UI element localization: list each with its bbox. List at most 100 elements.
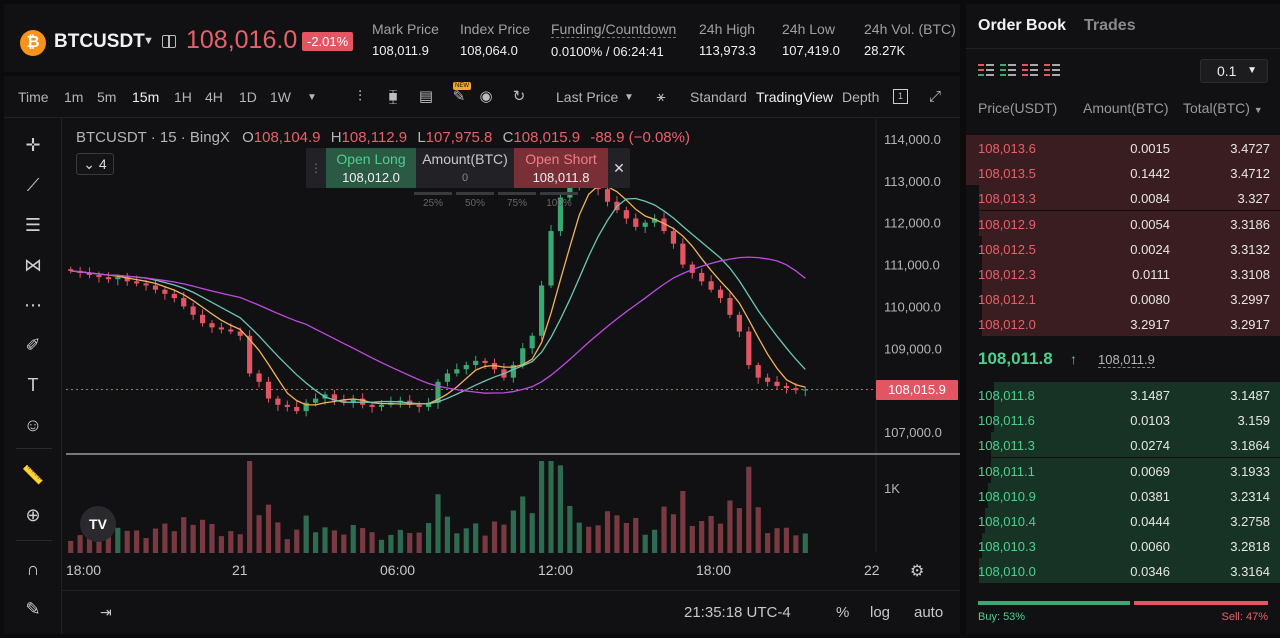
book-icon[interactable] — [162, 35, 176, 48]
candle-body — [623, 210, 629, 219]
bid-row[interactable]: 108,010.3 0.0060 3.2818 — [966, 533, 1280, 559]
candle-body — [152, 285, 159, 290]
volume-bar — [708, 516, 714, 553]
tab-order-book[interactable]: Order Book — [978, 17, 1066, 35]
ask-row[interactable]: 108,012.9 0.0054 3.3186 — [966, 210, 1280, 236]
order-amount: 0.0069 — [1130, 463, 1170, 479]
volume-bar — [199, 519, 206, 553]
order-price: 108,012.0 — [978, 317, 1036, 333]
candle-body — [633, 218, 639, 227]
ask-row[interactable]: 108,012.0 3.2917 3.2917 — [966, 311, 1280, 337]
open-short-button[interactable]: Open Short 108,011.8 — [514, 148, 608, 188]
volume-bar — [407, 532, 413, 553]
ma-mid-line — [70, 197, 806, 405]
volume-bar — [416, 532, 422, 553]
bid-row[interactable]: 108,011.1 0.0069 3.1933 — [966, 457, 1280, 483]
col-total[interactable]: Total(BTC) ▼ — [1183, 100, 1263, 116]
buy-ratio-label: Buy: 53% — [978, 611, 1026, 623]
volume-bar — [539, 461, 545, 553]
col-amount: Amount(BTC) — [1083, 100, 1169, 116]
layout-bids-icon[interactable] — [1000, 64, 1016, 76]
time-axis-label: 22 — [864, 562, 880, 578]
auto-scale-toggle[interactable]: auto — [914, 604, 943, 621]
col-price: Price(USDT) — [978, 100, 1058, 116]
volume-bar — [604, 511, 611, 553]
log-scale-toggle[interactable]: log — [870, 604, 890, 621]
candle-body — [454, 369, 460, 374]
candle-body — [473, 360, 479, 366]
price-axis-label: 111,000.0 — [884, 258, 940, 273]
volume-bar — [642, 534, 648, 553]
layout-asks-icon[interactable] — [1022, 64, 1038, 76]
candle-body — [294, 406, 300, 412]
amount-percent-slider[interactable]: 25% 50% 75% 100% — [414, 192, 578, 209]
bid-row[interactable]: 108,010.0 0.0346 3.3164 — [966, 558, 1280, 584]
volume-bar — [134, 530, 140, 553]
volume-bar — [181, 517, 187, 553]
order-amount: 0.0015 — [1130, 141, 1170, 156]
clock[interactable]: 21:35:18 UTC-4 — [684, 604, 791, 621]
candle-body — [539, 285, 545, 336]
ask-row[interactable]: 108,012.1 0.0080 3.2997 — [966, 286, 1280, 312]
tradingview-logo-icon[interactable]: TV — [80, 506, 116, 542]
price-axis-label: 110,000.0 — [884, 299, 941, 314]
open-long-button[interactable]: Open Long 108,012.0 — [326, 148, 416, 188]
volume-bar — [482, 535, 488, 553]
pct-75[interactable]: 75% — [498, 192, 536, 209]
price-axis-label: 109,000.0 — [884, 341, 942, 356]
ma-fast-line — [70, 185, 806, 406]
price-axis-label: 114,000.0 — [884, 132, 941, 147]
ask-row[interactable]: 108,013.5 0.1442 3.4712 — [966, 160, 1280, 186]
volume-bar — [576, 522, 582, 553]
volume-bar — [397, 529, 403, 553]
bid-row[interactable]: 108,011.3 0.0274 3.1864 — [966, 432, 1280, 458]
volume-bar — [143, 538, 149, 553]
bid-row[interactable]: 108,010.4 0.0444 3.2758 — [966, 508, 1280, 533]
pct-100[interactable]: 100% — [540, 192, 578, 209]
bid-row[interactable]: 108,011.6 0.0103 3.159 — [966, 407, 1280, 433]
tab-trades[interactable]: Trades — [1084, 17, 1136, 35]
indicator-collapse-button[interactable]: ⌄ 4 — [76, 153, 114, 175]
stat-funding[interactable]: Funding/Countdown 0.0100% / 06:24:41 — [551, 21, 677, 59]
order-amount: 0.0084 — [1130, 191, 1170, 207]
order-total: 3.4727 — [1230, 141, 1270, 156]
order-price: 108,013.3 — [978, 191, 1036, 207]
bid-row[interactable]: 108,010.9 0.0381 3.2314 — [966, 482, 1280, 508]
volume-bar — [388, 534, 394, 553]
close-icon[interactable]: ✕ — [608, 148, 630, 188]
gear-icon[interactable]: ⚙ — [910, 563, 924, 580]
stat-24h-low: 24h Low 107,419.0 — [782, 21, 840, 58]
candle-body — [416, 404, 422, 407]
order-amount: 3.1487 — [1130, 388, 1170, 403]
chevron-down-icon[interactable]: ▼ — [143, 35, 154, 47]
current-price-tag: 108,015.9 — [876, 379, 958, 400]
pct-50[interactable]: 50% — [456, 192, 494, 209]
bid-row[interactable]: 108,011.8 3.1487 3.1487 — [966, 382, 1280, 407]
drag-handle-icon[interactable]: ⋮ — [306, 148, 326, 188]
order-total: 3.2997 — [1230, 292, 1270, 308]
candle-body — [190, 306, 196, 315]
price-step-select[interactable]: 0.1 ▼ — [1200, 59, 1268, 83]
amount-input[interactable]: Amount(BTC) 0 — [416, 148, 514, 188]
sell-ratio-label: Sell: 47% — [1221, 611, 1268, 623]
pct-25[interactable]: 25% — [414, 192, 452, 209]
volume-bar — [190, 524, 196, 553]
ma-slow-line — [70, 256, 806, 394]
volume-bar — [218, 536, 224, 553]
ask-row[interactable]: 108,012.5 0.0024 3.3132 — [966, 235, 1280, 261]
candle-body — [209, 323, 215, 328]
quick-trade-widget: ⋮ Open Long 108,012.0 Amount(BTC) 0 Open S… — [306, 148, 630, 188]
volume-bar — [369, 532, 375, 553]
ask-row[interactable]: 108,013.3 0.0084 3.327 — [966, 185, 1280, 211]
ask-row[interactable]: 108,013.6 0.0015 3.4727 — [966, 135, 1280, 160]
mid-mark-price[interactable]: 108,011.9 — [1098, 352, 1155, 368]
date-range-icon[interactable]: ⇥ — [100, 604, 112, 621]
ask-row[interactable]: 108,012.3 0.0111 3.3108 — [966, 261, 1280, 286]
layout-depth-icon[interactable] — [1044, 64, 1060, 76]
symbol-selector[interactable]: BTCUSDT — [54, 31, 145, 53]
candle-body — [755, 365, 761, 378]
percent-scale-toggle[interactable]: % — [836, 604, 849, 621]
layout-both-icon[interactable] — [978, 64, 994, 76]
candle-body — [444, 373, 451, 382]
chart-panel: Time 1m 5m 15m 1H 4H 1D 1W ▼ ⫶ ⧯ ▤ ✎ NEW… — [4, 76, 960, 634]
